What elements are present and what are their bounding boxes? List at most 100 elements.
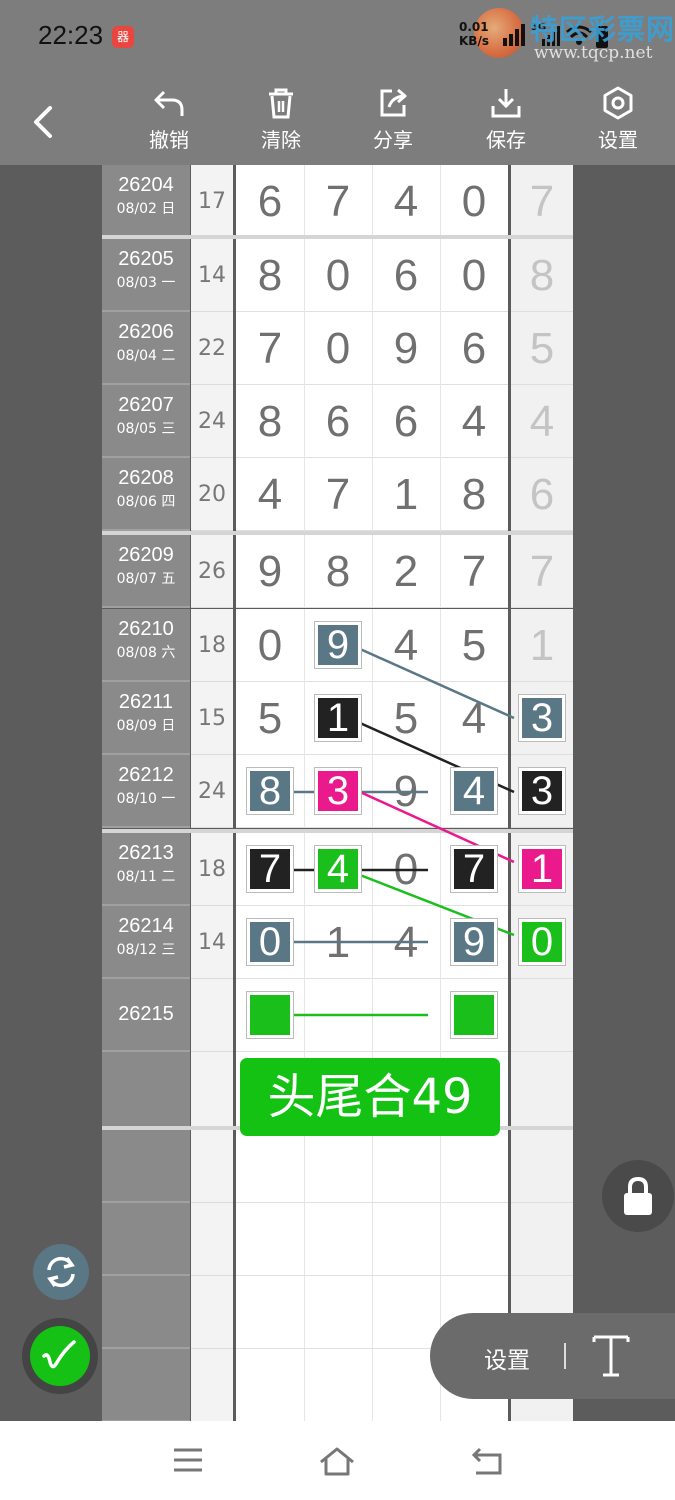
result-banner[interactable]: 头尾合49: [240, 1058, 500, 1136]
table-row[interactable]: 26208 08/06 四 20 4 7 1 8 6: [102, 458, 573, 531]
table-row[interactable]: 26213 08/11 二 18 7 4 0 7 1: [102, 833, 573, 906]
table-row[interactable]: 26211 08/09 日 15 5 1 5 4 3: [102, 682, 573, 755]
settings-label: 设置: [598, 128, 638, 152]
net-speed: 0.01 KB/s: [459, 20, 489, 48]
digit-cell[interactable]: 1: [372, 458, 440, 531]
digit-cell[interactable]: 6: [304, 385, 372, 458]
digit-cell[interactable]: 4: [236, 458, 304, 531]
clear-label: 清除: [261, 128, 301, 152]
settings-button[interactable]: 设置: [583, 86, 653, 162]
digit-cell[interactable]: 7: [236, 312, 304, 385]
digit-cell[interactable]: 8: [304, 535, 372, 608]
digit-cell[interactable]: 9: [372, 755, 440, 828]
highlighted-tail[interactable]: 0: [518, 918, 566, 966]
home-icon[interactable]: [318, 1445, 356, 1477]
text-icon[interactable]: [588, 1331, 634, 1381]
digit-cell[interactable]: [304, 979, 372, 1052]
highlighted-digit[interactable]: 8: [246, 767, 294, 815]
digit-cell[interactable]: 0: [372, 833, 440, 906]
digit-cell[interactable]: 0: [440, 239, 508, 312]
issue-number: 26204: [118, 174, 174, 196]
digit-cell[interactable]: 6: [372, 385, 440, 458]
menu-icon[interactable]: [172, 1445, 204, 1475]
issue-number: 26211: [118, 691, 174, 713]
refresh-button[interactable]: [33, 1244, 89, 1300]
digit-cell[interactable]: 4: [372, 165, 440, 238]
digit-cell[interactable]: 5: [372, 682, 440, 755]
highlighted-digit[interactable]: 9: [314, 621, 362, 669]
empty-row[interactable]: [102, 1203, 573, 1276]
highlighted-digit[interactable]: 7: [450, 845, 498, 893]
table-row[interactable]: 26212 08/10 一 24 8 3 9 4 3: [102, 755, 573, 828]
table-row[interactable]: 26205 08/03 一 14 8 0 6 0 8: [102, 239, 573, 312]
floating-settings-label[interactable]: 设置: [484, 1341, 530, 1375]
table-row[interactable]: 26204 08/02 日 17 6 7 4 0 7: [102, 165, 573, 238]
issue-cell-empty: [102, 1276, 190, 1349]
digit-cell[interactable]: 5: [440, 609, 508, 682]
digit-cell[interactable]: 4: [372, 906, 440, 979]
digit-cell[interactable]: 7: [304, 458, 372, 531]
table-row[interactable]: 26214 08/12 三 14 0 1 4 9 0: [102, 906, 573, 979]
digit-cell[interactable]: [372, 979, 440, 1052]
highlighted-digit[interactable]: 4: [450, 767, 498, 815]
highlighted-digit[interactable]: [246, 991, 294, 1039]
digit-cell[interactable]: 9: [236, 535, 304, 608]
highlighted-digit[interactable]: 0: [246, 918, 294, 966]
tail-cell: 1: [511, 609, 573, 682]
back-nav-icon[interactable]: [470, 1445, 506, 1477]
lock-icon: [624, 1176, 652, 1215]
share-button[interactable]: 分享: [358, 86, 428, 162]
tail-cell: 8: [511, 239, 573, 312]
digit-cell[interactable]: 4: [440, 682, 508, 755]
digit-cell[interactable]: 0: [304, 312, 372, 385]
digit-cell[interactable]: 5: [236, 682, 304, 755]
trend-grid[interactable]: 26204 08/02 日 17 6 7 4 0 7 26205 08/03 一 14 8 0 6 0 8 26…: [102, 165, 573, 1422]
clear-button[interactable]: 清除: [246, 86, 316, 162]
column-divider: [304, 833, 305, 906]
back-button[interactable]: [24, 100, 66, 144]
digit-cell[interactable]: 1: [304, 906, 372, 979]
download-icon: [491, 89, 521, 118]
column-divider: [304, 609, 305, 682]
highlighted-digit[interactable]: 3: [314, 767, 362, 815]
digit-cell[interactable]: 0: [236, 609, 304, 682]
digit-cell[interactable]: 7: [304, 165, 372, 238]
pen-button[interactable]: [30, 1326, 90, 1386]
table-row[interactable]: 26215: [102, 979, 573, 1052]
digit-cell[interactable]: 6: [372, 239, 440, 312]
digit-cell[interactable]: 4: [440, 385, 508, 458]
digit-cell[interactable]: 0: [304, 239, 372, 312]
highlighted-digit[interactable]: 9: [450, 918, 498, 966]
net-speed-value: 0.01: [459, 20, 489, 34]
table-row[interactable]: 26210 08/08 六 18 0 9 4 5 1: [102, 609, 573, 682]
column-divider: [304, 1349, 305, 1421]
digit-cell[interactable]: 6: [440, 312, 508, 385]
highlighted-tail[interactable]: 3: [518, 694, 566, 742]
table-row[interactable]: 26207 08/05 三 24 8 6 6 4 4: [102, 385, 573, 458]
digit-cell[interactable]: 9: [372, 312, 440, 385]
sum-cell: 20: [191, 458, 233, 531]
empty-row[interactable]: [102, 1130, 573, 1203]
save-button[interactable]: 保存: [471, 86, 541, 162]
lock-button[interactable]: [602, 1160, 674, 1232]
status-bar: 22:23 器 0.01 KB/s 5G 特区彩票网 www.tqcp.net: [0, 0, 675, 78]
undo-button[interactable]: 撤销: [134, 86, 204, 162]
digit-cell[interactable]: 2: [372, 535, 440, 608]
highlighted-digit[interactable]: 4: [314, 845, 362, 893]
highlighted-tail[interactable]: 3: [518, 767, 566, 815]
issue-cell: 26212 08/10 一: [102, 755, 190, 828]
highlighted-digit[interactable]: 1: [314, 694, 362, 742]
digit-cell[interactable]: 7: [440, 535, 508, 608]
table-row[interactable]: 26209 08/07 五 26 9 8 2 7 7: [102, 535, 573, 608]
digit-cell[interactable]: 8: [440, 458, 508, 531]
digit-cell[interactable]: 0: [440, 165, 508, 238]
digit-cell[interactable]: 8: [236, 239, 304, 312]
digit-cell[interactable]: 8: [236, 385, 304, 458]
issue-cell-empty: [102, 1349, 190, 1422]
highlighted-tail[interactable]: 1: [518, 845, 566, 893]
highlighted-digit[interactable]: 7: [246, 845, 294, 893]
digit-cell[interactable]: 6: [236, 165, 304, 238]
table-row[interactable]: 26206 08/04 二 22 7 0 9 6 5: [102, 312, 573, 385]
digit-cell[interactable]: 4: [372, 609, 440, 682]
highlighted-digit[interactable]: [450, 991, 498, 1039]
